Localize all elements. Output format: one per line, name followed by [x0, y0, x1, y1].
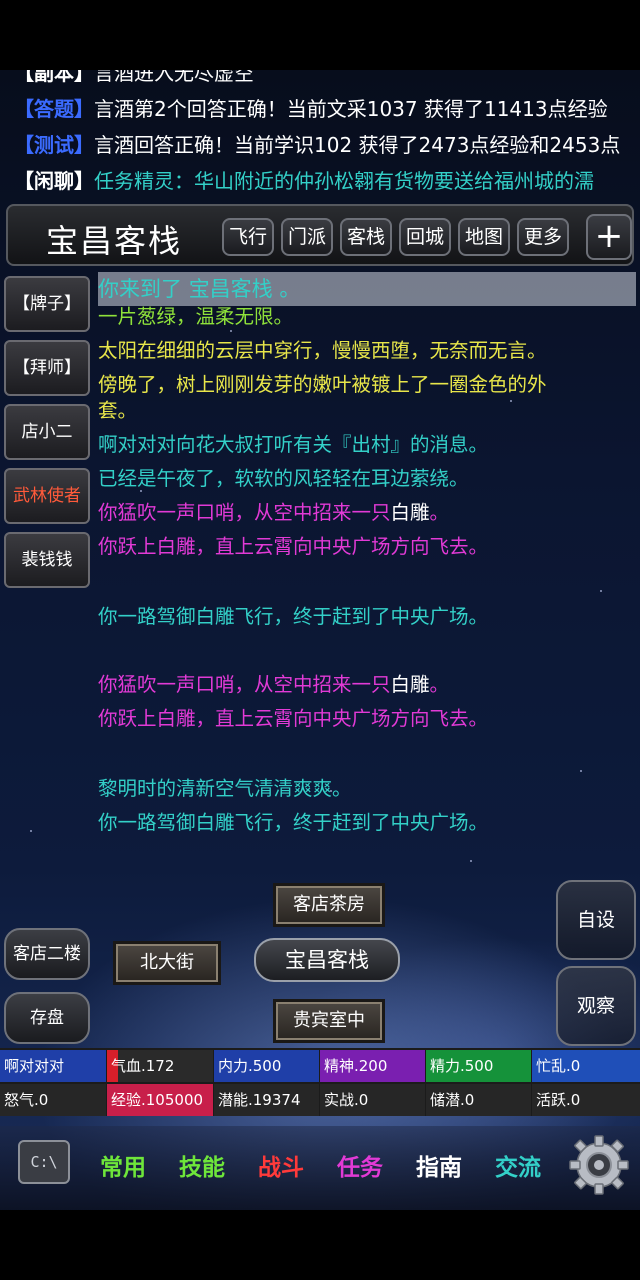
neili-stat: 内力.500 [214, 1050, 319, 1082]
log-line: 太阳在细细的云层中穿行，慢慢西堕，无奈而无言。 [98, 339, 547, 362]
tab-combat[interactable]: 战斗 [258, 1148, 304, 1182]
chat-text: 言酒回答正确！当前学识102 获得了2473点经验和2453点 [94, 133, 621, 157]
current-room[interactable]: 宝昌客栈 [254, 938, 400, 982]
log-line: 傍晚了，树上刚刚发芽的嫩叶被镀上了一圈金色的外 [98, 373, 547, 396]
chat-text: 任务精灵：华山附近的仲孙松翱有货物要送给福州城的濡 [94, 169, 594, 193]
message-log: 你来到了 宝昌客栈 。 一片葱绿，温柔无限。 太阳在细细的云层中穿行，慢慢西堕，… [98, 272, 638, 952]
return-city-button[interactable]: 回城 [399, 218, 451, 256]
log-line: 你一路驾御白雕飞行，终于赶到了中央广场。 [98, 811, 489, 834]
exit-south[interactable]: 贵宾室中 [273, 999, 385, 1043]
tab-quests[interactable]: 任务 [337, 1148, 383, 1182]
chat-text: 言酒进入无尽虚空 [94, 70, 254, 85]
arrive-suffix: 。 [279, 277, 301, 301]
npc-sign[interactable]: 【牌子】 [4, 276, 90, 332]
arrive-prefix: 你来到了 [98, 277, 182, 301]
log-bird: 白雕 [390, 501, 430, 524]
log-end: 。 [429, 501, 450, 524]
chat-text: 言酒第2个回答正确！当前文采1037 获得了11413点经验 [94, 97, 608, 121]
tab-guide[interactable]: 指南 [416, 1148, 462, 1182]
log-line: 你一路驾御白雕飞行，终于赶到了中央广场。 [98, 605, 489, 628]
gear-icon[interactable] [566, 1132, 632, 1198]
potential-stat: 潜能.19374 [214, 1084, 319, 1116]
log-line: 你猛吹一声口哨，从空中招来一只白雕。 [98, 500, 628, 526]
active-stat: 活跃.0 [532, 1084, 640, 1116]
log-line: 一片葱绿，温柔无限。 [98, 305, 294, 328]
exit-north[interactable]: 客店茶房 [273, 883, 385, 927]
chat-tag: 【副本】 [14, 70, 94, 85]
save-button[interactable]: 存盘 [4, 992, 90, 1044]
chat-line: 【闲聊】任务精灵：华山附近的仲孙松翱有货物要送给福州城的濡 [14, 166, 594, 196]
log-line: 你跃上白雕，直上云霄向中央广场方向飞去。 [98, 707, 489, 730]
log-end: 。 [429, 673, 450, 696]
hp-value: 气血.172 [111, 1057, 175, 1075]
tab-chat[interactable]: 交流 [495, 1148, 541, 1182]
arrive-line: 你来到了 宝昌客栈 。 [98, 276, 628, 302]
inn-button[interactable]: 客栈 [340, 218, 392, 256]
npc-peiqianqian[interactable]: 裴钱钱 [4, 532, 90, 588]
observe-button[interactable]: 观察 [556, 966, 636, 1046]
map-button[interactable]: 地图 [458, 218, 510, 256]
chat-feed: 【副本】言酒进入无尽虚空 【答题】言酒第2个回答正确！当前文采1037 获得了1… [0, 70, 640, 200]
chat-tag: 【闲聊】 [14, 169, 94, 193]
chat-line: 【副本】言酒进入无尽虚空 [14, 70, 254, 88]
log-line: 黎明时的清新空气清清爽爽。 [98, 777, 352, 800]
chat-line: 【答题】言酒第2个回答正确！当前文采1037 获得了11413点经验 [14, 94, 608, 124]
exp-stat: 经验.105000 [107, 1084, 213, 1116]
npc-apprentice[interactable]: 【拜师】 [4, 340, 90, 396]
player-name: 啊对对对 [0, 1050, 106, 1082]
log-line: 你猛吹一声口哨，从空中招来一只白雕。 [98, 672, 628, 698]
game-screen: 【副本】言酒进入无尽虚空 【答题】言酒第2个回答正确！当前文采1037 获得了1… [0, 70, 640, 1210]
plus-button[interactable]: + [586, 214, 632, 260]
tab-common[interactable]: 常用 [100, 1148, 146, 1182]
npc-waiter[interactable]: 店小二 [4, 404, 90, 460]
log-text: 你猛吹一声口哨，从空中招来一只 [98, 501, 391, 524]
hp-stat: 气血.172 [107, 1050, 213, 1082]
fly-button[interactable]: 飞行 [222, 218, 274, 256]
exit-up[interactable]: 客店二楼 [4, 928, 90, 980]
terminal-icon[interactable]: C:\ [18, 1140, 70, 1184]
location-bar: 宝昌客栈 飞行 门派 客栈 回城 地图 更多 + [6, 204, 634, 266]
log-line: 啊对对对向花大叔打听有关『出村』的消息。 [98, 433, 489, 456]
log-line: 你跃上白雕，直上云霄向中央广场方向飞去。 [98, 535, 489, 558]
chat-tag: 【测试】 [14, 133, 94, 157]
jingli-stat: 精力.500 [426, 1050, 531, 1082]
more-button[interactable]: 更多 [517, 218, 569, 256]
sect-button[interactable]: 门派 [281, 218, 333, 256]
busy-stat: 忙乱.0 [532, 1050, 640, 1082]
bottom-tab-bar: C:\ 常用 技能 战斗 任务 指南 交流 [0, 1126, 640, 1210]
self-check-button[interactable]: 自设 [556, 880, 636, 960]
status-panel: 啊对对对 气血.172 内力.500 精神.200 精力.500 忙乱.0 怒气… [0, 1048, 640, 1116]
stored-stat: 储潜.0 [426, 1084, 531, 1116]
log-bird: 白雕 [390, 673, 430, 696]
log-line: 已经是午夜了，软软的风轻轻在耳边萦绕。 [98, 467, 469, 490]
chat-tag: 【答题】 [14, 97, 94, 121]
log-text: 你猛吹一声口哨，从空中招来一只 [98, 673, 391, 696]
combat-stat: 实战.0 [320, 1084, 425, 1116]
arrive-place: 宝昌客栈 [188, 277, 273, 301]
exit-west[interactable]: 北大街 [113, 941, 221, 985]
jingshen-stat: 精神.200 [320, 1050, 425, 1082]
chat-line: 【测试】言酒回答正确！当前学识102 获得了2473点经验和2453点 [14, 130, 620, 160]
log-line: 套。 [98, 399, 138, 422]
tab-skills[interactable]: 技能 [179, 1148, 225, 1182]
location-title: 宝昌客栈 [46, 222, 183, 260]
npc-wulin-envoy[interactable]: 武林使者 [4, 468, 90, 524]
rage-stat: 怒气.0 [0, 1084, 106, 1116]
